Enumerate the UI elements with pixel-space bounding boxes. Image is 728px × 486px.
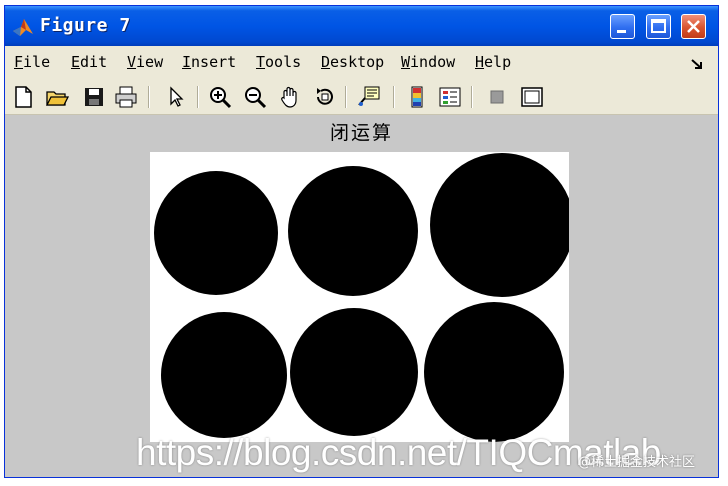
toolbar-separator bbox=[148, 86, 150, 108]
menu-file[interactable]: File bbox=[14, 53, 50, 71]
toolbar-separator bbox=[197, 86, 199, 108]
menu-window[interactable]: Window bbox=[401, 53, 455, 71]
colorbar-icon[interactable] bbox=[405, 85, 429, 109]
pan-hand-icon[interactable] bbox=[278, 85, 302, 109]
show-plot-tools-icon[interactable] bbox=[520, 85, 544, 109]
figure-toolbar bbox=[5, 80, 718, 115]
menu-tools[interactable]: Tools bbox=[256, 53, 301, 71]
zoom-in-icon[interactable] bbox=[208, 85, 232, 109]
circle-blob bbox=[288, 166, 418, 296]
watermark-community: @稀土掘金技术社区 bbox=[578, 455, 696, 470]
circle-blob bbox=[290, 308, 418, 436]
circle-blob bbox=[430, 153, 569, 297]
close-button[interactable] bbox=[681, 14, 706, 39]
menu-insert[interactable]: Insert bbox=[182, 53, 236, 71]
zoom-out-icon[interactable] bbox=[243, 85, 267, 109]
binary-image bbox=[154, 153, 569, 442]
new-figure-icon[interactable] bbox=[11, 85, 35, 109]
toolbar-separator bbox=[393, 86, 395, 108]
toolbar-separator bbox=[471, 86, 473, 108]
figure-canvas: 闭运算 bbox=[5, 115, 718, 477]
figure-window: Figure 7 File Edit View Insert Tools Des… bbox=[4, 5, 719, 478]
menu-bar: File Edit View Insert Tools Desktop Wind… bbox=[5, 46, 718, 80]
print-icon[interactable] bbox=[114, 85, 138, 109]
data-cursor-icon[interactable] bbox=[357, 85, 381, 109]
menu-help[interactable]: Help bbox=[475, 53, 511, 71]
hide-plot-tools-icon[interactable] bbox=[485, 85, 509, 109]
plot-title: 闭运算 bbox=[329, 122, 393, 144]
legend-icon[interactable] bbox=[438, 85, 462, 109]
circle-blob bbox=[161, 312, 287, 438]
matlab-logo-icon bbox=[12, 17, 34, 37]
menu-edit[interactable]: Edit bbox=[71, 53, 107, 71]
window-title: Figure 7 bbox=[40, 15, 131, 36]
menu-dock-arrow-icon[interactable] bbox=[690, 56, 704, 70]
minimize-button[interactable] bbox=[610, 14, 635, 39]
menu-desktop[interactable]: Desktop bbox=[321, 53, 384, 71]
circle-blob bbox=[154, 171, 278, 295]
arrow-pointer-icon[interactable] bbox=[164, 85, 188, 109]
open-file-icon[interactable] bbox=[45, 85, 70, 109]
maximize-button[interactable] bbox=[646, 14, 671, 39]
menu-view[interactable]: View bbox=[127, 53, 163, 71]
circle-blob bbox=[424, 302, 564, 442]
save-icon[interactable] bbox=[82, 85, 106, 109]
title-bar[interactable]: Figure 7 bbox=[5, 6, 718, 46]
toolbar-separator bbox=[345, 86, 347, 108]
rotate-3d-icon[interactable] bbox=[313, 85, 337, 109]
image-axes[interactable] bbox=[150, 152, 569, 442]
